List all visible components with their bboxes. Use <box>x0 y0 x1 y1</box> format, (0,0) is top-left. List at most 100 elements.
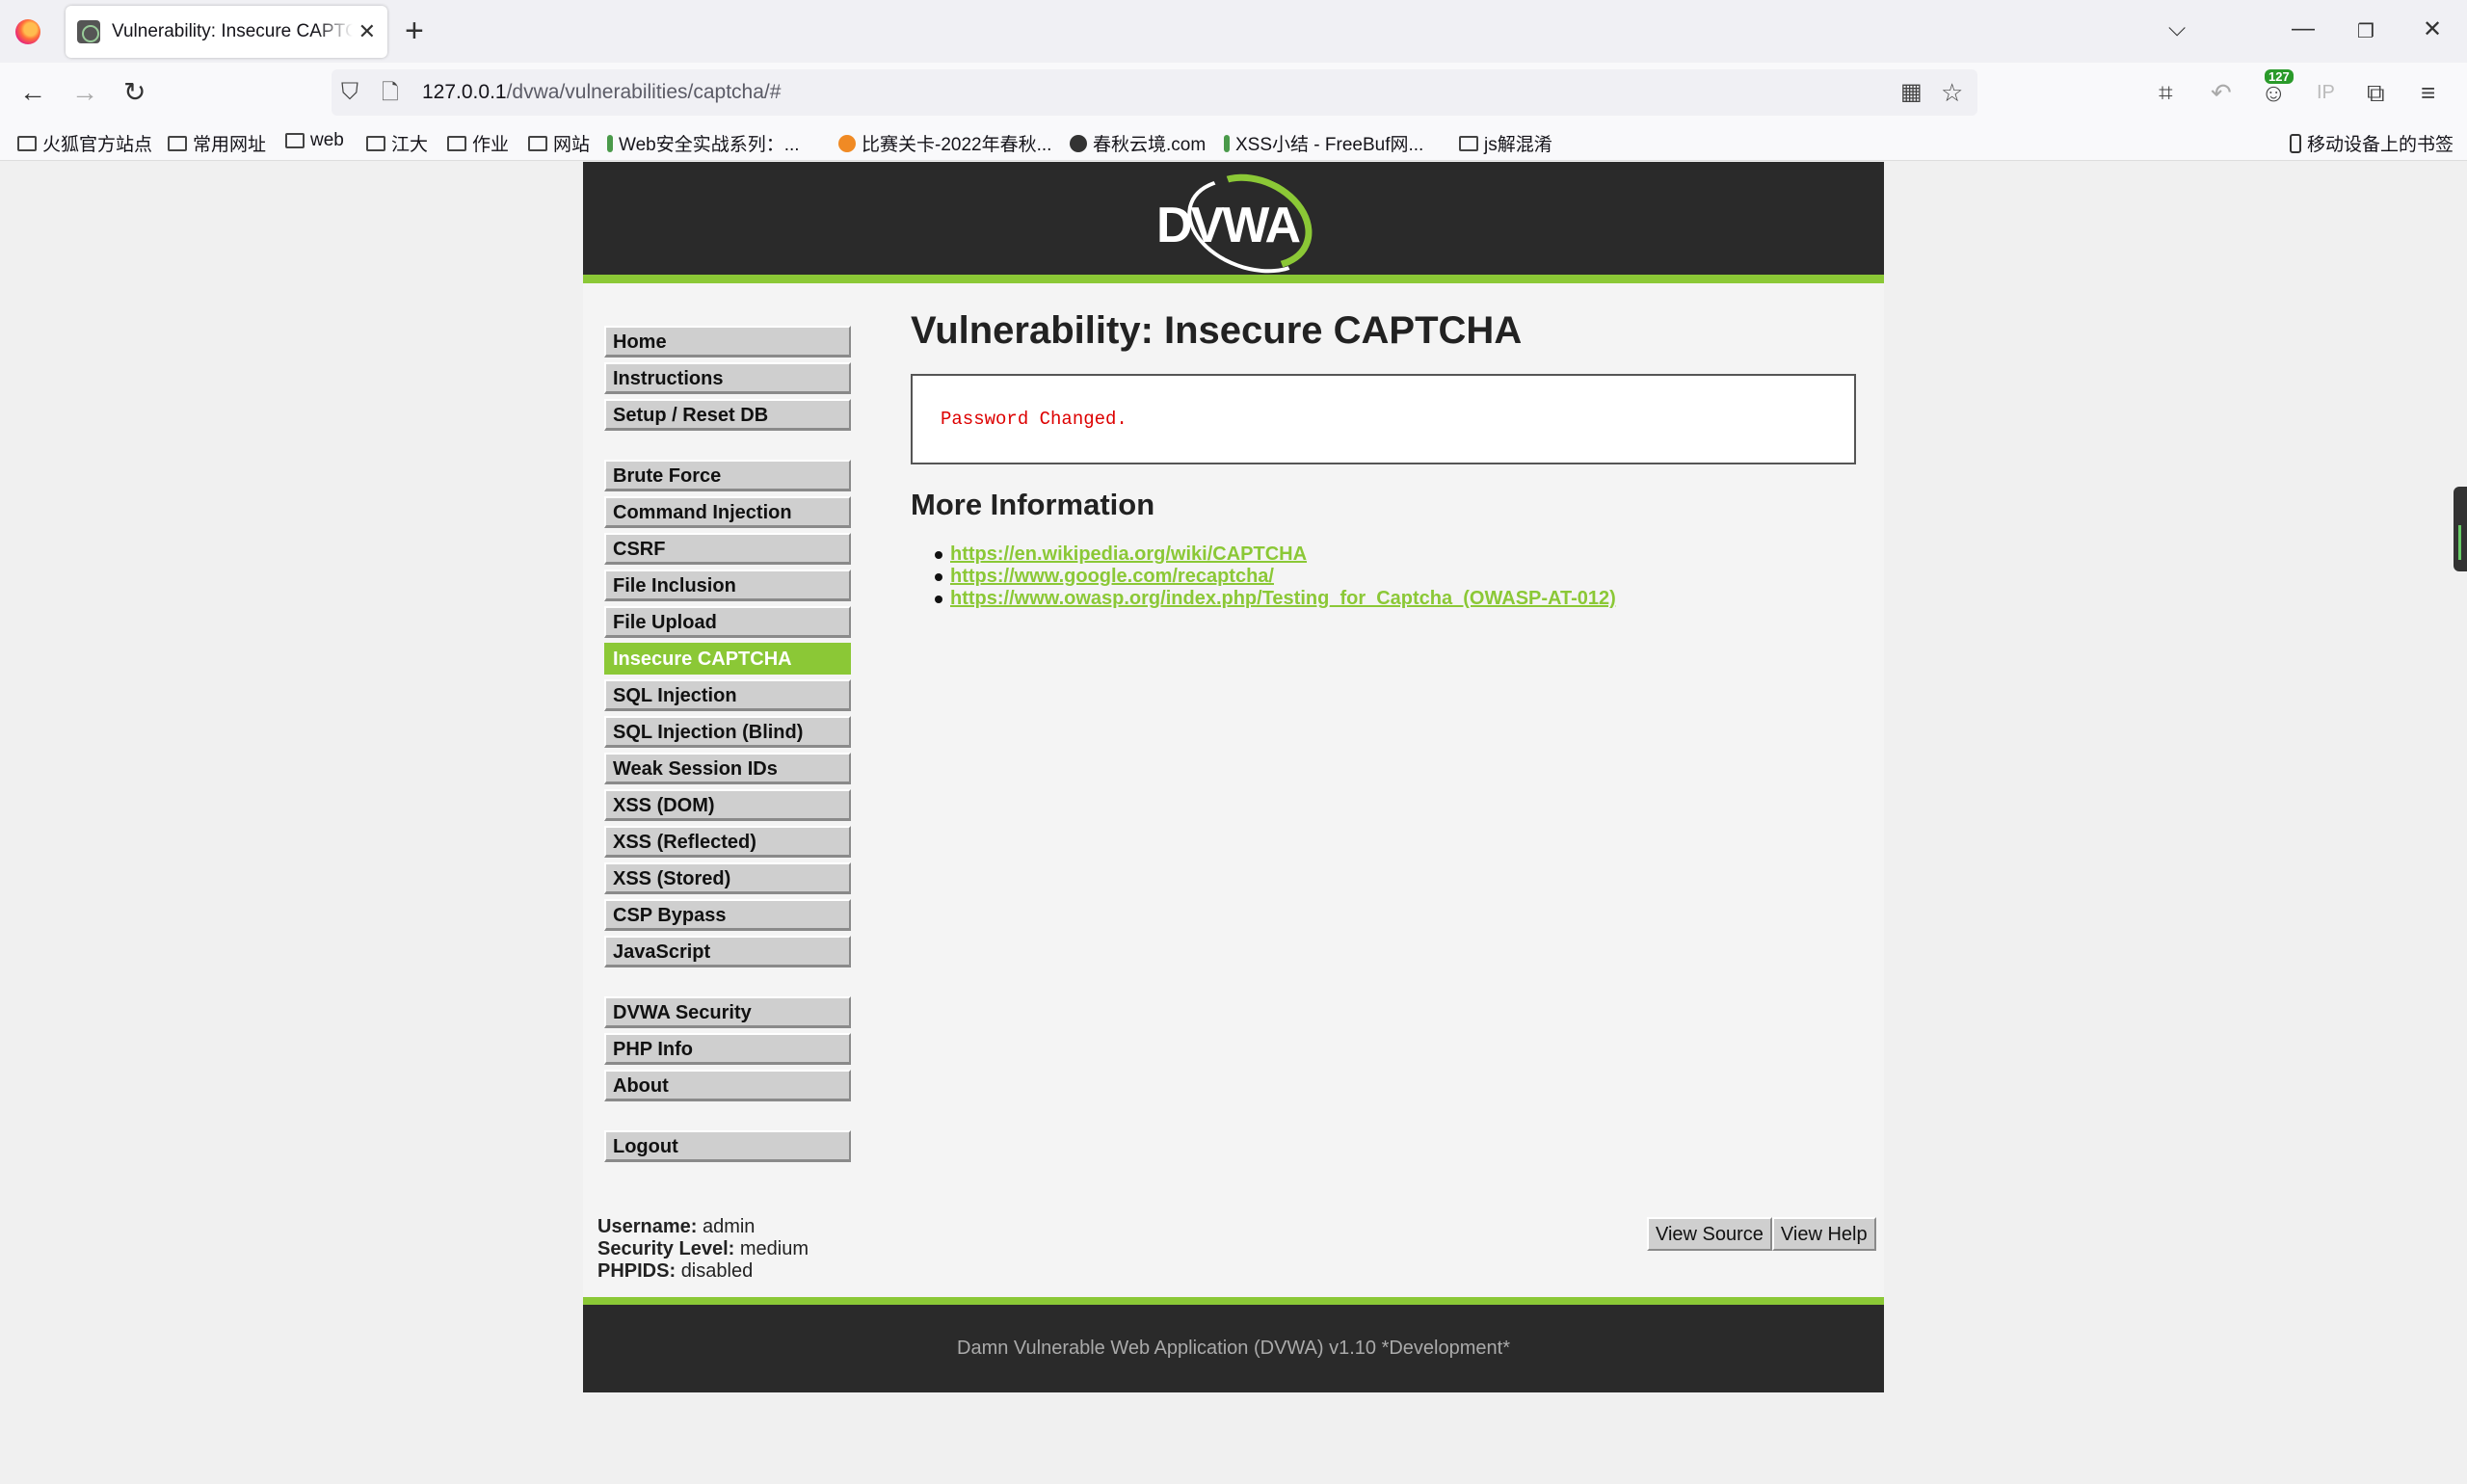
bookmark-folder[interactable]: 江大 <box>366 130 428 156</box>
bookmark-folder[interactable]: 网站 <box>528 130 590 156</box>
menu-item-weak-session-ids[interactable]: Weak Session IDs <box>604 753 851 784</box>
list-item: https://en.wikipedia.org/wiki/CAPTCHA <box>935 543 1860 566</box>
bookmark-folder[interactable]: 作业 <box>447 130 509 156</box>
dvwa-footer: Damn Vulnerable Web Application (DVWA) v… <box>583 1297 1884 1392</box>
extensions-puzzle-icon[interactable]: ⧉ <box>2367 76 2385 109</box>
bookmark-label: 常用网址 <box>193 135 267 155</box>
bookmark-label: 火狐官方站点 <box>42 135 153 155</box>
list-item: https://www.owasp.org/index.php/Testing_… <box>935 588 1860 610</box>
reload-icon[interactable]: ↻ <box>123 76 146 109</box>
bookmark-label: XSS小结 - FreeBuf网... <box>1235 135 1424 155</box>
sidebar-handle[interactable] <box>2454 487 2467 571</box>
new-tab-icon[interactable]: + <box>405 12 424 50</box>
menu-item-dvwa-security[interactable]: DVWA Security <box>604 996 851 1028</box>
page-title: Vulnerability: Insecure CAPTCHA <box>911 309 1523 352</box>
result-box: Password Changed. <box>911 374 1856 464</box>
firefox-logo-icon[interactable] <box>15 19 40 44</box>
menu-item-file-upload[interactable]: File Upload <box>604 606 851 638</box>
bookmark-favicon-icon <box>838 134 856 152</box>
menu-item-php-info[interactable]: PHP Info <box>604 1033 851 1065</box>
minimize-icon[interactable]: — <box>2292 15 2315 42</box>
forward-icon[interactable]: → <box>71 76 98 109</box>
sidebar-menu: Home Instructions Setup / Reset DB Brute… <box>604 326 851 1167</box>
bookmark-link[interactable]: 春秋云境.com <box>1070 130 1206 156</box>
address-bar[interactable]: ⛉ 🗋 127.0.0.1/dvwa/vulnerabilities/captc… <box>332 69 1977 116</box>
menu-item-about[interactable]: About <box>604 1070 851 1101</box>
view-source-button[interactable]: View Source <box>1647 1217 1772 1251</box>
ip-extension-icon[interactable]: IP <box>2317 76 2335 109</box>
bookmark-link[interactable]: 比赛关卡-2022年春秋... <box>838 130 1051 156</box>
menu-item-xss-stored[interactable]: XSS (Stored) <box>604 862 851 894</box>
username-value: admin <box>702 1216 756 1237</box>
browser-tab-active[interactable]: Vulnerability: Insecure CAPTCHA :: Damn … <box>66 6 387 58</box>
link-wikipedia-captcha[interactable]: https://en.wikipedia.org/wiki/CAPTCHA <box>950 543 1307 565</box>
bookmark-link[interactable]: XSS小结 - FreeBuf网... <box>1224 130 1423 156</box>
menu-item-logout[interactable]: Logout <box>604 1130 851 1162</box>
menu-item-xss-dom[interactable]: XSS (DOM) <box>604 789 851 821</box>
bookmark-label: 江大 <box>391 135 429 155</box>
link-owasp-captcha[interactable]: https://www.owasp.org/index.php/Testing_… <box>950 588 1616 609</box>
menu-item-setup[interactable]: Setup / Reset DB <box>604 399 851 431</box>
logo-text: DVWA <box>1156 198 1301 253</box>
bookmark-label: 比赛关卡-2022年春秋... <box>862 135 1052 155</box>
menu-item-insecure-captcha[interactable]: Insecure CAPTCHA <box>604 643 851 675</box>
menu-item-sql-injection-blind[interactable]: SQL Injection (Blind) <box>604 716 851 748</box>
tab-close-icon[interactable]: ✕ <box>358 19 376 44</box>
link-google-recaptcha[interactable]: https://www.google.com/recaptcha/ <box>950 566 1274 587</box>
view-help-button[interactable]: View Help <box>1771 1217 1876 1251</box>
result-message: Password Changed. <box>941 409 1127 430</box>
folder-icon <box>285 133 305 148</box>
tab-list-chevron-icon[interactable]: ⌵ <box>2168 15 2186 42</box>
menu-item-xss-reflected[interactable]: XSS (Reflected) <box>604 826 851 858</box>
folder-icon <box>1459 135 1478 151</box>
menu-item-csp-bypass[interactable]: CSP Bypass <box>604 899 851 931</box>
folder-icon <box>528 135 547 151</box>
source-help-buttons: View Source View Help <box>1647 1217 1876 1251</box>
bookmark-favicon-icon <box>1070 134 1087 152</box>
bookmark-folder[interactable]: 常用网址 <box>168 130 266 156</box>
dvwa-logo: DVWA <box>1156 156 1330 290</box>
list-item: https://www.google.com/recaptcha/ <box>935 566 1860 588</box>
menu-item-file-inclusion[interactable]: File Inclusion <box>604 570 851 601</box>
shield-icon[interactable]: ⛉ <box>341 76 358 109</box>
crop-screenshot-icon[interactable]: ⌗ <box>2159 76 2173 109</box>
security-level-value: medium <box>739 1238 809 1259</box>
bookmark-label: 作业 <box>472 135 510 155</box>
bookmark-folder[interactable]: js解混淆 <box>1459 130 1552 156</box>
folder-icon <box>366 135 385 151</box>
url-text[interactable]: 127.0.0.1/dvwa/vulnerabilities/captcha/# <box>422 81 781 104</box>
menu-hamburger-icon[interactable]: ≡ <box>2421 76 2435 109</box>
bookmark-folder[interactable]: 火狐官方站点 <box>17 130 152 156</box>
username-label: Username: <box>597 1216 698 1237</box>
bookmark-link[interactable]: Web安全实战系列：... <box>607 130 800 156</box>
bookmark-favicon-icon <box>607 134 613 152</box>
extension-badge: 127 <box>2265 69 2294 84</box>
bookmark-label: 网站 <box>553 135 591 155</box>
folder-icon <box>447 135 466 151</box>
security-level-label: Security Level: <box>597 1238 735 1259</box>
menu-item-command-injection[interactable]: Command Injection <box>604 496 851 528</box>
window-close-icon[interactable]: ✕ <box>2423 15 2442 43</box>
bookmark-favicon-icon <box>1224 134 1230 152</box>
bookmark-label: web <box>310 130 344 150</box>
bookmark-star-icon[interactable]: ☆ <box>1941 76 1963 109</box>
undo-icon[interactable]: ↶ <box>2211 76 2232 109</box>
mobile-bookmarks[interactable]: 移动设备上的书签 <box>2290 130 2454 156</box>
menu-item-instructions[interactable]: Instructions <box>604 362 851 394</box>
dvwa-header: DVWA <box>583 156 1884 290</box>
more-info-heading: More Information <box>911 488 1155 521</box>
phpids-label: PHPIDS: <box>597 1260 676 1282</box>
qr-code-icon[interactable]: ▦ <box>1900 76 1923 109</box>
tab-title: Vulnerability: Insecure CAPTCHA :: Damn … <box>112 21 353 41</box>
bookmark-folder[interactable]: web <box>285 130 344 151</box>
menu-item-csrf[interactable]: CSRF <box>604 533 851 565</box>
back-icon[interactable]: ← <box>19 76 46 109</box>
menu-item-brute-force[interactable]: Brute Force <box>604 460 851 491</box>
user-info: Username: admin Security Level: medium P… <box>597 1216 809 1283</box>
phpids-value: disabled <box>680 1260 754 1282</box>
menu-item-sql-injection[interactable]: SQL Injection <box>604 679 851 711</box>
menu-item-javascript[interactable]: JavaScript <box>604 936 851 967</box>
menu-item-home[interactable]: Home <box>604 326 851 358</box>
folder-icon <box>17 135 37 151</box>
restore-icon[interactable]: ❐ <box>2357 19 2374 43</box>
